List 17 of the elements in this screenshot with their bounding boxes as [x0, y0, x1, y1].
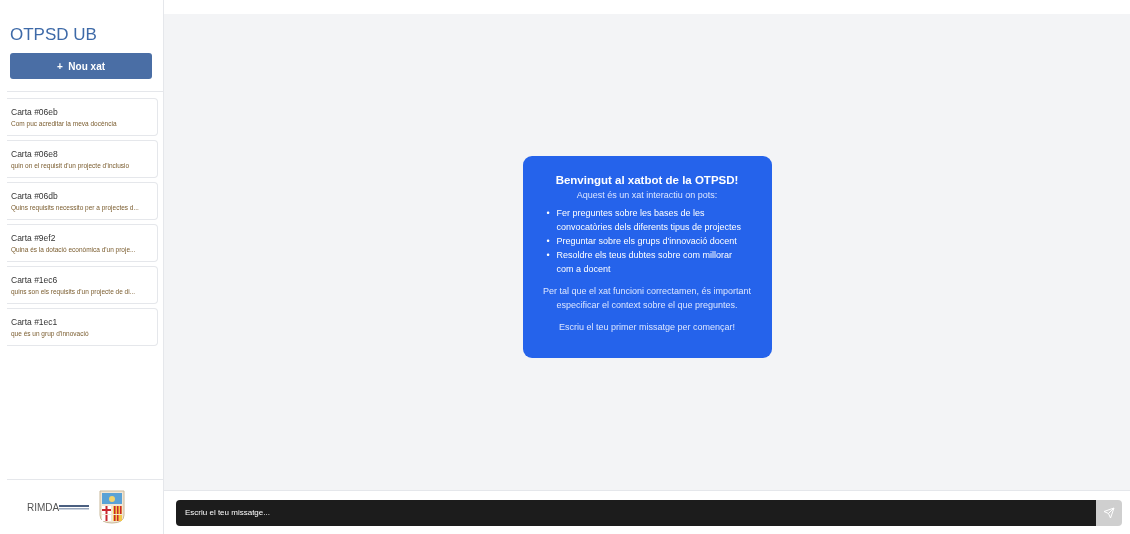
new-chat-button[interactable]: + Nou xat — [10, 53, 152, 79]
crest-icon — [99, 490, 126, 524]
welcome-prompt: Escriu el teu primer missatge per començar! — [557, 321, 737, 334]
bullet: • — [546, 235, 551, 248]
logo-text: RIMDA — [27, 501, 60, 513]
feature-item: Preguntar sobre els grups d'innovació docent — [556, 235, 738, 248]
bullet: • — [546, 249, 551, 262]
logo-stripe-icon — [59, 504, 90, 510]
app-title: OTPSD UB — [9, 24, 98, 46]
feature-item: Resoldre els teus dubtes sobre com millorar com a docent — [556, 249, 734, 276]
message-input[interactable]: Escriu el teu missatge... — [176, 499, 1096, 526]
welcome-note: Per tal que el xat funcioni correctamen, és important especificar el context sobre el que preguntes. — [541, 285, 753, 312]
feature-item: Fer preguntes sobre les bases de les convocatòries dels diferents tipus de projectes — [556, 207, 743, 234]
send-icon — [1103, 506, 1115, 519]
bullet: • — [546, 207, 551, 220]
welcome-title: Benvingut al xatbot de la OTPSD! — [554, 174, 740, 186]
welcome-intro: Aquest és un xat interactiu on pots: — [575, 190, 719, 200]
